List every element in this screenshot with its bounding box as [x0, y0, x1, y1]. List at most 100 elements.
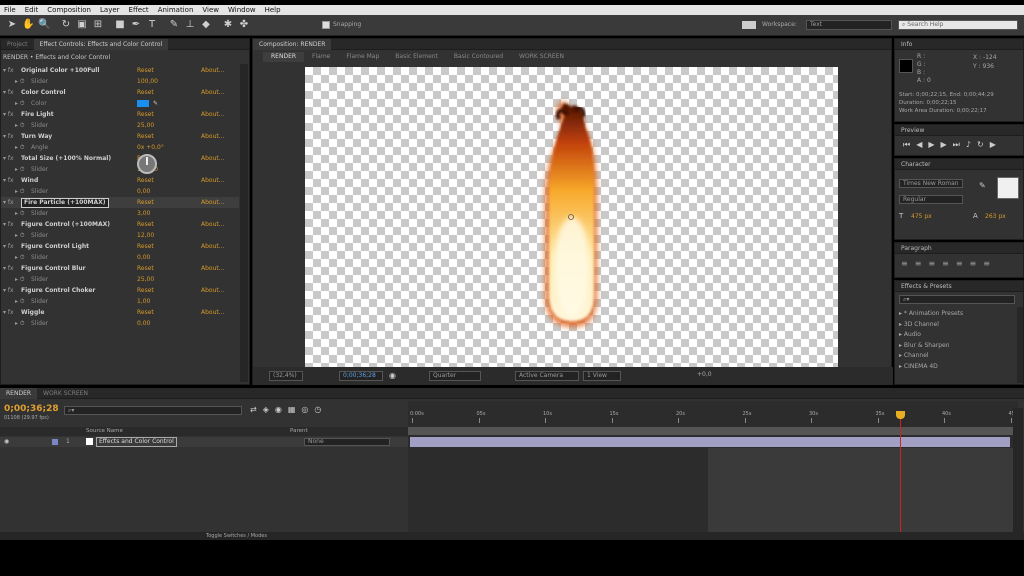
audio-icon[interactable]: ♪ — [966, 140, 977, 149]
rectangle-tool-icon[interactable]: ■ — [114, 19, 126, 31]
effect-property-row[interactable]: ▸ ⏱ Slider 0,00 — [1, 318, 239, 329]
property-value[interactable]: 0,00 — [137, 252, 150, 263]
visibility-eye-icon[interactable]: ◉ — [4, 437, 9, 447]
effect-fx-icon[interactable]: ▾ fx — [3, 131, 14, 142]
eyedropper-icon[interactable]: ✎ — [153, 98, 158, 109]
menu-window[interactable]: Window — [224, 6, 261, 14]
hand-tool-icon[interactable]: ✋ — [22, 19, 34, 31]
pen-tool-icon[interactable]: ✒ — [130, 19, 142, 31]
stopwatch-icon[interactable]: ▸ ⏱ — [15, 230, 25, 241]
preset-category[interactable]: ▸ 3D Channel — [899, 320, 963, 331]
effect-fx-icon[interactable]: ▾ fx — [3, 263, 14, 274]
flow-tab[interactable]: Basic Contoured — [446, 52, 511, 62]
pan-behind-tool-icon[interactable]: ⊞ — [92, 19, 104, 31]
effects-presets-scrollbar[interactable] — [1017, 307, 1023, 383]
stopwatch-icon[interactable]: ▸ ⏱ — [15, 76, 25, 87]
stopwatch-icon[interactable]: ▸ ⏱ — [15, 120, 25, 131]
work-area-bar[interactable] — [408, 427, 1018, 435]
effect-property-row[interactable]: ▸ ⏱ Slider 25,00 — [1, 120, 239, 131]
menu-view[interactable]: View — [198, 6, 224, 14]
about-link[interactable]: About... — [201, 197, 224, 208]
current-time-indicator[interactable] — [900, 413, 901, 540]
effects-search-input[interactable]: ⌕▾ — [899, 295, 1015, 304]
roto-brush-tool-icon[interactable]: ✱ — [222, 19, 234, 31]
effect-property-row[interactable]: ▸ ⏱ Color ✎ — [1, 98, 239, 109]
effect-fx-icon[interactable]: ▾ fx — [3, 175, 14, 186]
selection-tool-icon[interactable]: ➤ — [6, 19, 18, 31]
reset-link[interactable]: Reset — [137, 285, 154, 296]
effect-property-row[interactable]: ▸ ⏱ Slider 0,00 — [1, 186, 239, 197]
stopwatch-icon[interactable]: ▸ ⏱ — [15, 98, 25, 109]
about-link[interactable]: About... — [201, 219, 224, 230]
current-time-field[interactable]: 0;00;36;28 — [339, 371, 383, 381]
play-icon[interactable]: ▶ — [928, 140, 940, 149]
reset-link[interactable]: Reset — [137, 263, 154, 274]
property-value[interactable]: 25,00 — [137, 274, 154, 285]
eyedropper-icon[interactable]: ✎ — [979, 181, 986, 190]
prev-frame-icon[interactable]: ◀ — [916, 140, 928, 149]
effect-property-row[interactable]: ▸ ⏱ Slider 12,00 — [1, 230, 239, 241]
effect-row[interactable]: ▾ fxTotal Size (+100% Normal)ResetAbout.… — [1, 153, 239, 164]
preset-category[interactable]: ▸ Channel — [899, 351, 963, 362]
motion-blur-icon[interactable]: ◎ — [301, 405, 314, 414]
about-link[interactable]: About... — [201, 241, 224, 252]
effect-row[interactable]: ▾ fx Figure Control Light Reset About... — [1, 241, 239, 252]
stopwatch-icon[interactable]: ▸ ⏱ — [15, 208, 25, 219]
reset-link[interactable]: Reset — [137, 109, 154, 120]
rotate-tool-icon[interactable]: ↻ — [60, 19, 72, 31]
reset-link[interactable]: Reset — [137, 65, 154, 76]
menu-layer[interactable]: Layer — [96, 6, 125, 14]
leading-value[interactable]: 263 px — [985, 213, 1006, 220]
stopwatch-icon[interactable]: ▸ ⏱ — [15, 252, 25, 263]
menu-file[interactable]: File — [0, 6, 21, 14]
about-link[interactable]: About... — [201, 65, 224, 76]
reset-link[interactable]: Reset — [137, 131, 154, 142]
workspace-dropdown[interactable]: Text — [806, 20, 892, 30]
effect-property-row[interactable]: ▸ ⏱ Slider 3,00 — [1, 208, 239, 219]
draft-3d-icon[interactable]: ◈ — [263, 405, 275, 414]
effect-property-row[interactable]: ▸ ⏱ Angle 0x +0,0° — [1, 142, 239, 153]
menu-effect[interactable]: Effect — [125, 6, 154, 14]
tab-timeline-render[interactable]: RENDER — [0, 387, 38, 399]
shy-icon[interactable]: ◉ — [275, 405, 288, 414]
reset-link[interactable]: Reset — [137, 307, 154, 318]
property-value[interactable]: 3,00 — [137, 208, 150, 219]
about-link[interactable]: About... — [201, 109, 224, 120]
preset-category[interactable]: ▸ * Animation Presets — [899, 309, 963, 320]
about-link[interactable]: About... — [201, 87, 224, 98]
font-family-dropdown[interactable]: Times New Roman — [899, 179, 963, 188]
property-value[interactable]: 0x +0,0° — [137, 142, 164, 153]
playhead-handle-icon[interactable] — [896, 411, 905, 419]
timeline-track-area[interactable]: 0:00s05s10s15s20s25s30s35s40s45s — [408, 401, 1018, 540]
reset-link[interactable]: Reset — [137, 219, 154, 230]
property-value[interactable]: 25,00 — [137, 120, 154, 131]
effect-fx-icon[interactable]: ▾ fx — [3, 285, 14, 296]
about-link[interactable]: About... — [201, 131, 224, 142]
property-value[interactable]: 12,00 — [137, 230, 154, 241]
effect-fx-icon[interactable]: ▾ fx — [3, 109, 14, 120]
clone-stamp-tool-icon[interactable]: ⊥ — [184, 19, 196, 31]
about-link[interactable]: About... — [201, 285, 224, 296]
effect-row[interactable]: ▾ fx Turn Way Reset About... — [1, 131, 239, 142]
effect-row[interactable]: ▾ fx Original Color +100Full Reset About... — [1, 65, 239, 76]
puppet-tool-icon[interactable]: ✤ — [238, 19, 250, 31]
search-help-input[interactable]: ⌕ Search Help — [898, 20, 1018, 30]
timeline-layer-row[interactable]: ◉ 1 Effects and Color Control None — [0, 437, 408, 447]
effect-row[interactable]: ▾ fx Figure Control Choker Reset About... — [1, 285, 239, 296]
justify-left-icon[interactable]: ≡ — [942, 259, 956, 268]
composition-canvas[interactable] — [305, 67, 838, 367]
justify-all-icon[interactable]: ≡ — [983, 259, 997, 268]
stopwatch-icon[interactable]: ▸ ⏱ — [15, 164, 25, 175]
about-link[interactable]: About... — [201, 263, 224, 274]
reset-link[interactable]: Reset — [137, 197, 154, 208]
about-link[interactable]: About... — [201, 175, 224, 186]
brush-tool-icon[interactable]: ✎ — [168, 19, 180, 31]
effect-row[interactable]: ▾ fx Figure Control (+100MAX) Reset About..… — [1, 219, 239, 230]
preset-category[interactable]: ▸ CINEMA 4D — [899, 362, 963, 373]
resolution-dropdown[interactable]: Quarter — [429, 371, 481, 381]
effect-fx-icon[interactable]: ▾ fx — [3, 197, 14, 208]
flow-tab[interactable]: Flame Map — [338, 52, 387, 62]
tab-effect-controls[interactable]: Effect Controls: Effects and Color Contr… — [33, 38, 169, 50]
flow-tab[interactable]: Flame — [304, 52, 338, 62]
views-dropdown[interactable]: 1 View — [583, 371, 621, 381]
